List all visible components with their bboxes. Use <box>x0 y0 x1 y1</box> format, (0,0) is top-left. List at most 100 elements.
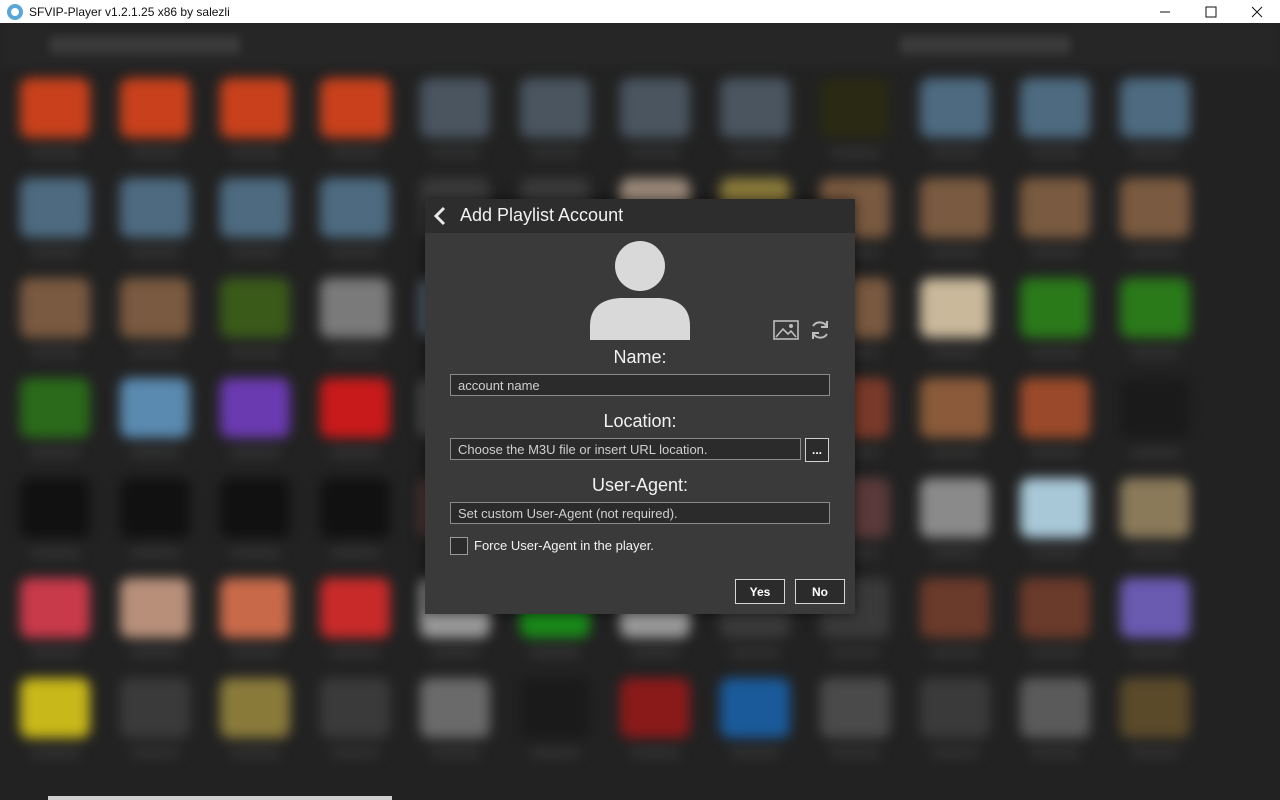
background-tile <box>920 178 990 238</box>
background-tile-caption <box>130 750 180 756</box>
background-tile <box>920 578 990 638</box>
background-tile-caption <box>230 350 280 356</box>
background-tile <box>1020 578 1090 638</box>
background-tile-caption <box>930 650 980 656</box>
background-tile-caption <box>1030 350 1080 356</box>
background-tile <box>220 78 290 138</box>
background-tile-caption <box>930 150 980 156</box>
location-input[interactable] <box>450 438 801 460</box>
background-tile <box>820 678 890 738</box>
background-tile-caption <box>230 650 280 656</box>
dialog-header: Add Playlist Account <box>425 199 855 233</box>
window-titlebar: SFVIP-Player v1.2.1.25 x86 by salezli <box>0 0 1280 23</box>
background-tile <box>920 78 990 138</box>
background-tile <box>20 378 90 438</box>
background-tile <box>1120 678 1190 738</box>
background-tile <box>20 478 90 538</box>
app-logo-icon <box>7 3 23 20</box>
chevron-left-icon <box>433 206 446 226</box>
background-tile-caption <box>530 750 580 756</box>
background-tile <box>1120 478 1190 538</box>
background-scrollbar <box>48 796 392 800</box>
background-tile-caption <box>930 450 980 456</box>
background-tile <box>720 678 790 738</box>
background-tile <box>1120 578 1190 638</box>
background-tile <box>220 278 290 338</box>
background-tile <box>620 678 690 738</box>
account-name-input[interactable] <box>450 374 830 396</box>
background-tile <box>320 478 390 538</box>
background-tile-caption <box>230 750 280 756</box>
background-tile <box>1020 278 1090 338</box>
background-tile-caption <box>330 650 380 656</box>
background-tile <box>120 78 190 138</box>
background-tile-caption <box>830 750 880 756</box>
force-useragent-checkbox[interactable] <box>450 537 468 555</box>
background-tile <box>320 278 390 338</box>
background-tile-caption <box>1030 150 1080 156</box>
background-tile-caption <box>330 150 380 156</box>
yes-button[interactable]: Yes <box>735 579 785 604</box>
close-button[interactable] <box>1234 0 1280 23</box>
background-tile <box>220 578 290 638</box>
browse-button[interactable]: ... <box>805 438 829 462</box>
background-tile-caption <box>130 350 180 356</box>
background-tile-caption <box>1030 550 1080 556</box>
background-tile <box>320 78 390 138</box>
background-tile <box>820 78 890 138</box>
background-tile <box>1120 78 1190 138</box>
location-label: Location: <box>603 411 677 431</box>
no-button[interactable]: No <box>795 579 845 604</box>
background-tile-caption <box>930 250 980 256</box>
background-tile-caption <box>1130 450 1180 456</box>
background-tile <box>920 478 990 538</box>
background-tile <box>20 78 90 138</box>
maximize-button[interactable] <box>1188 0 1234 23</box>
window-title: SFVIP-Player v1.2.1.25 x86 by salezli <box>29 4 230 19</box>
background-tile-caption <box>30 450 80 456</box>
background-tile <box>920 278 990 338</box>
background-tile <box>1020 178 1090 238</box>
background-tile <box>420 678 490 738</box>
background-tile <box>120 578 190 638</box>
useragent-input[interactable] <box>450 502 830 524</box>
background-tile-caption <box>430 650 480 656</box>
background-tile-caption <box>930 550 980 556</box>
background-tile-caption <box>30 350 80 356</box>
background-tile-caption <box>230 250 280 256</box>
background-tile-caption <box>30 650 80 656</box>
background-tile <box>220 678 290 738</box>
minimize-button[interactable] <box>1142 0 1188 23</box>
add-playlist-dialog: Add Playlist Account Name: Location: ...… <box>425 199 855 614</box>
background-tile <box>120 278 190 338</box>
window-controls <box>1142 0 1280 23</box>
background-tile-caption <box>30 150 80 156</box>
refresh-icon[interactable] <box>808 318 832 342</box>
maximize-icon <box>1205 6 1217 17</box>
background-tile-caption <box>930 350 980 356</box>
background-tile-caption <box>330 250 380 256</box>
background-tile <box>320 578 390 638</box>
image-icon[interactable] <box>773 319 799 341</box>
background-tile-caption <box>30 750 80 756</box>
background-tile <box>20 678 90 738</box>
name-label: Name: <box>613 347 667 367</box>
background-tile-caption <box>1130 250 1180 256</box>
background-tile <box>920 678 990 738</box>
background-tile <box>220 478 290 538</box>
back-button[interactable] <box>429 205 451 227</box>
background-tile <box>720 78 790 138</box>
background-tile-caption <box>1130 150 1180 156</box>
background-tile-caption <box>1130 750 1180 756</box>
background-tile-caption <box>1130 350 1180 356</box>
background-tile-caption <box>430 750 480 756</box>
background-tile-caption <box>230 150 280 156</box>
background-tile <box>120 378 190 438</box>
background-tile <box>920 378 990 438</box>
background-tile <box>1120 278 1190 338</box>
background-tile <box>120 678 190 738</box>
background-tile-caption <box>1030 750 1080 756</box>
background-tile <box>120 478 190 538</box>
background-tile-caption <box>1130 550 1180 556</box>
background-tile <box>20 578 90 638</box>
